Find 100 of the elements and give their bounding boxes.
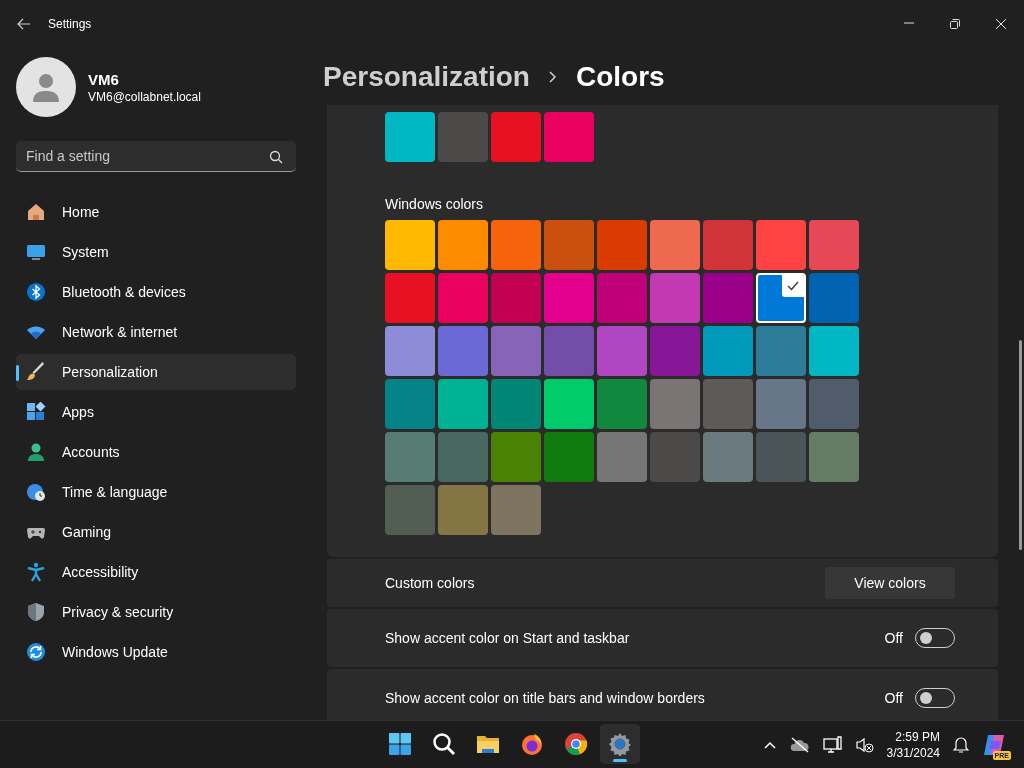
- color-swatch[interactable]: [809, 432, 859, 482]
- view-colors-button[interactable]: View colors: [825, 567, 955, 599]
- color-swatch[interactable]: [438, 326, 488, 376]
- nav-item[interactable]: Home: [16, 194, 296, 230]
- nav-item[interactable]: Windows Update: [16, 634, 296, 670]
- nav-item[interactable]: Accounts: [16, 434, 296, 470]
- chrome-logo-icon[interactable]: [564, 732, 588, 756]
- color-swatch[interactable]: [438, 220, 488, 270]
- color-swatch[interactable]: [385, 379, 435, 429]
- speaker-muted-icon[interactable]: [855, 736, 874, 753]
- running-indicator: [613, 759, 627, 762]
- color-swatch[interactable]: [438, 273, 488, 323]
- color-swatch[interactable]: [491, 326, 541, 376]
- color-swatch[interactable]: [544, 379, 594, 429]
- close-icon[interactable]: [995, 18, 1007, 30]
- color-swatch[interactable]: [597, 379, 647, 429]
- color-swatch[interactable]: [385, 326, 435, 376]
- color-swatch[interactable]: [491, 273, 541, 323]
- color-swatch[interactable]: [385, 432, 435, 482]
- setting-label: Custom colors: [385, 575, 476, 591]
- windows-logo-icon[interactable]: [388, 732, 412, 756]
- color-swatch[interactable]: [385, 485, 435, 535]
- color-swatch[interactable]: [756, 432, 806, 482]
- color-swatch[interactable]: [703, 379, 753, 429]
- color-swatch[interactable]: [597, 432, 647, 482]
- color-swatch[interactable]: [650, 273, 700, 323]
- color-swatch[interactable]: [650, 379, 700, 429]
- cloud-off-icon[interactable]: [789, 736, 810, 753]
- color-swatch[interactable]: [809, 326, 859, 376]
- color-swatch[interactable]: [703, 432, 753, 482]
- chevron-right-icon: [547, 69, 558, 84]
- chevron-up-icon[interactable]: [762, 739, 777, 750]
- accessibility-icon: [26, 562, 46, 582]
- window-title: Settings: [48, 17, 92, 31]
- color-swatch[interactable]: [597, 273, 647, 323]
- nav-item[interactable]: System: [16, 234, 296, 270]
- nav-item[interactable]: Privacy & security: [16, 594, 296, 630]
- color-swatch[interactable]: [491, 220, 541, 270]
- nav-item[interactable]: Personalization: [16, 354, 296, 390]
- scrollbar[interactable]: [1019, 340, 1022, 550]
- toggle-state-label: Off: [884, 690, 903, 706]
- color-swatch[interactable]: [544, 432, 594, 482]
- setting-label: Show accent color on title bars and window borders: [385, 690, 706, 706]
- color-swatch[interactable]: [809, 220, 859, 270]
- color-swatch[interactable]: [491, 379, 541, 429]
- nav-item[interactable]: Accessibility: [16, 554, 296, 590]
- color-swatch[interactable]: [491, 432, 541, 482]
- toggle-state-label: Off: [884, 630, 903, 646]
- network-monitor-icon[interactable]: [822, 735, 843, 754]
- color-swatch[interactable]: [491, 485, 541, 535]
- apps-grid-icon: [26, 402, 46, 422]
- restore-icon[interactable]: [949, 18, 961, 30]
- color-swatch[interactable]: [756, 220, 806, 270]
- clock[interactable]: 2:59 PM 3/31/2024: [886, 728, 940, 761]
- bell-icon[interactable]: [953, 735, 969, 754]
- color-swatch[interactable]: [438, 379, 488, 429]
- nav-item[interactable]: Time & language: [16, 474, 296, 510]
- monitor-icon: [26, 242, 46, 262]
- color-swatch[interactable]: [491, 112, 541, 162]
- color-swatch[interactable]: [756, 379, 806, 429]
- color-swatch[interactable]: [597, 220, 647, 270]
- color-swatch[interactable]: [438, 485, 488, 535]
- house-icon: [26, 202, 46, 222]
- nav-item[interactable]: Apps: [16, 394, 296, 430]
- color-swatch[interactable]: [809, 379, 859, 429]
- nav-item[interactable]: Network & internet: [16, 314, 296, 350]
- color-swatch[interactable]: [703, 326, 753, 376]
- fox-globe-icon[interactable]: [520, 732, 544, 756]
- check-icon: [787, 281, 799, 291]
- color-swatch[interactable]: [385, 112, 435, 162]
- color-swatch[interactable]: [703, 220, 753, 270]
- color-swatch[interactable]: [650, 326, 700, 376]
- nav-item[interactable]: Bluetooth & devices: [16, 274, 296, 310]
- color-swatch[interactable]: [385, 273, 435, 323]
- color-swatch[interactable]: [756, 273, 806, 323]
- search-icon[interactable]: [432, 732, 456, 756]
- color-swatch[interactable]: [756, 326, 806, 376]
- color-swatch[interactable]: [544, 273, 594, 323]
- color-swatch[interactable]: [597, 326, 647, 376]
- color-swatch[interactable]: [703, 273, 753, 323]
- back-arrow-icon[interactable]: [16, 16, 32, 32]
- color-swatch[interactable]: [438, 112, 488, 162]
- color-swatch[interactable]: [650, 220, 700, 270]
- selection-indicator: [16, 365, 19, 381]
- color-swatch[interactable]: [544, 220, 594, 270]
- globe-clock-icon: [26, 482, 46, 502]
- taskbar-button[interactable]: [600, 724, 640, 764]
- color-swatch[interactable]: [438, 432, 488, 482]
- gear-icon[interactable]: [608, 732, 632, 756]
- color-swatch[interactable]: [385, 220, 435, 270]
- color-swatch[interactable]: [544, 326, 594, 376]
- person-icon: [26, 442, 46, 462]
- search-field[interactable]: Find a setting: [16, 141, 296, 172]
- breadcrumb-link[interactable]: Personalization: [323, 60, 530, 93]
- color-swatch[interactable]: [650, 432, 700, 482]
- color-swatch[interactable]: [544, 112, 594, 162]
- color-swatch[interactable]: [809, 273, 859, 323]
- section-label: Windows colors: [385, 196, 485, 212]
- nav-item[interactable]: Gaming: [16, 514, 296, 550]
- account-email: VM6@collabnet.local: [88, 89, 201, 104]
